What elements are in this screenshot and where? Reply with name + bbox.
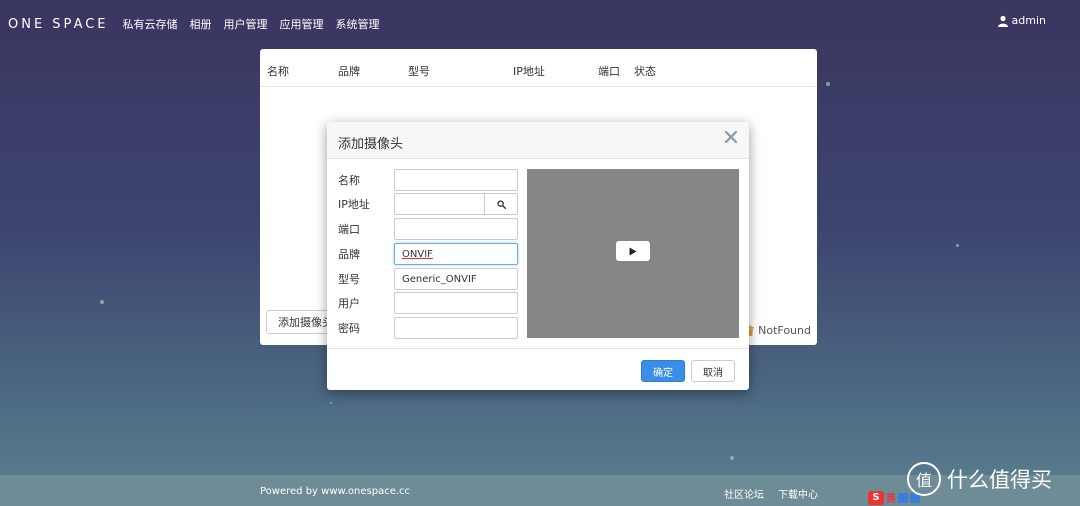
ip-search-button[interactable] — [485, 193, 518, 215]
field-label: 品牌 — [338, 248, 360, 261]
play-icon — [629, 247, 637, 255]
field-row-name: 名称 — [338, 169, 518, 191]
column-model: 型号 — [408, 65, 430, 78]
field-label: 用户 — [338, 297, 360, 310]
dialog-title: 添加摄像头 — [338, 137, 404, 152]
ip-input-group — [394, 193, 518, 215]
field-row-brand: 品牌 — [338, 243, 518, 265]
watermark: 值 什么值得买 — [907, 462, 1052, 496]
add-camera-dialog: 添加摄像头 名称 IP地址 端口 品牌 型号 用户 — [327, 122, 749, 390]
user-icon — [997, 15, 1008, 27]
dialog-footer: 确定 取消 — [327, 348, 749, 390]
field-label: 型号 — [338, 273, 360, 286]
brand-input[interactable] — [394, 243, 518, 265]
field-label: 名称 — [338, 174, 360, 187]
ime-language-label: 英 — [886, 494, 896, 505]
brand-logo[interactable]: ONE SPACE — [8, 17, 109, 32]
field-label: 端口 — [338, 223, 360, 236]
watermark-logo: 值 — [907, 462, 941, 496]
dialog-header: 添加摄像头 — [327, 122, 749, 159]
column-port: 端口 — [598, 65, 620, 78]
ip-address-input[interactable] — [394, 193, 485, 215]
nav-user-management[interactable]: 用户管理 — [224, 16, 268, 32]
background-dot — [826, 82, 830, 86]
field-row-password: 密码 — [338, 317, 518, 339]
background-dot — [730, 456, 734, 460]
name-input[interactable] — [394, 169, 518, 191]
table-header: 名称 品牌 型号 IP地址 端口 状态 — [260, 49, 817, 87]
username: admin — [1011, 14, 1046, 27]
field-row-port: 端口 — [338, 218, 518, 240]
column-ip: IP地址 — [513, 65, 545, 78]
background-dot — [100, 300, 104, 304]
top-navbar: ONE SPACE 私有云存储 相册 用户管理 应用管理 系统管理 — [0, 0, 1080, 48]
sogou-ime-icon: S — [868, 490, 884, 505]
column-brand: 品牌 — [338, 65, 360, 78]
background-dot — [330, 402, 332, 404]
background-dot — [956, 244, 959, 247]
password-input[interactable] — [394, 317, 518, 339]
confirm-button[interactable]: 确定 — [641, 360, 685, 382]
nav-app-management[interactable]: 应用管理 — [280, 16, 324, 32]
user-menu[interactable]: admin — [997, 14, 1046, 27]
search-icon — [496, 199, 506, 209]
model-input[interactable] — [394, 268, 518, 290]
field-label: 密码 — [338, 322, 360, 335]
column-name: 名称 — [267, 65, 289, 78]
column-status: 状态 — [634, 65, 656, 78]
footer-link-download[interactable]: 下载中心 — [778, 486, 818, 501]
cancel-button[interactable]: 取消 — [691, 360, 735, 382]
field-row-ip: IP地址 — [338, 193, 518, 215]
close-icon[interactable] — [724, 130, 738, 144]
not-found-indicator: NotFound — [745, 324, 811, 337]
port-input[interactable] — [394, 218, 518, 240]
play-button[interactable] — [616, 241, 650, 261]
footer-link-forum[interactable]: 社区论坛 — [724, 486, 764, 501]
nav-private-cloud[interactable]: 私有云存储 — [123, 16, 178, 32]
nav-album[interactable]: 相册 — [190, 16, 212, 32]
powered-by-text: Powered by www.onespace.cc — [260, 486, 411, 497]
watermark-text: 什么值得买 — [947, 468, 1052, 492]
add-camera-button[interactable]: 添加摄像头 — [266, 310, 336, 334]
field-row-model: 型号 — [338, 268, 518, 290]
nav-system-management[interactable]: 系统管理 — [336, 16, 380, 32]
notfound-text: NotFound — [758, 324, 811, 337]
video-preview — [527, 169, 739, 338]
field-label: IP地址 — [338, 198, 370, 211]
username-input[interactable] — [394, 292, 518, 314]
field-row-user: 用户 — [338, 292, 518, 314]
